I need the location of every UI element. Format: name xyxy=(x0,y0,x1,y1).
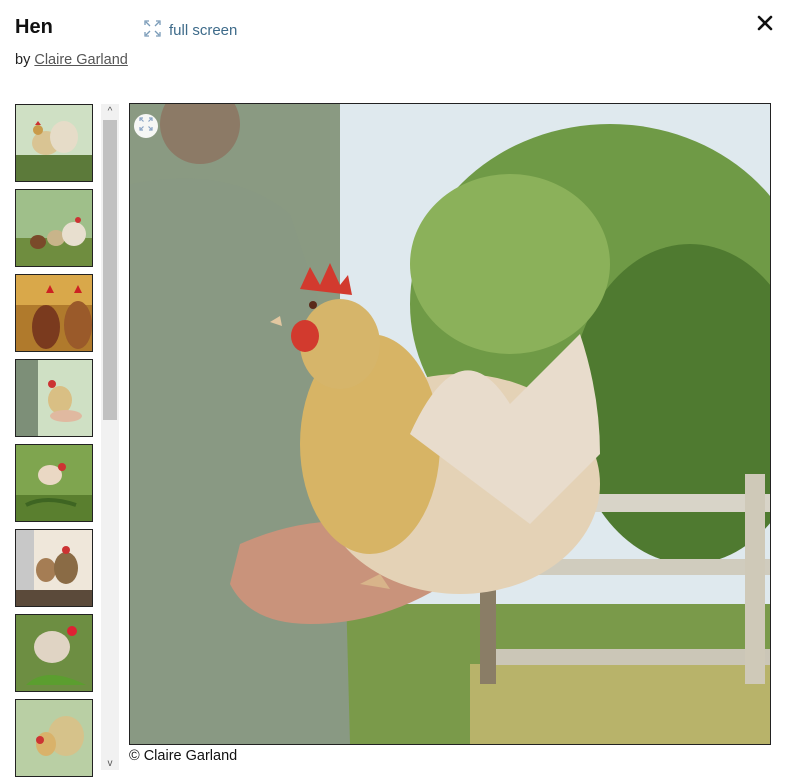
main-photo xyxy=(129,103,771,745)
scroll-up-button[interactable]: ^ xyxy=(101,104,119,118)
thumbnail-1[interactable] xyxy=(15,104,93,182)
fullscreen-label: full screen xyxy=(169,22,238,39)
photo-credit: © Claire Garland xyxy=(129,748,238,764)
thumbnail-8[interactable] xyxy=(15,699,93,777)
close-button[interactable] xyxy=(754,12,776,34)
scroll-down-button[interactable]: v xyxy=(101,756,119,770)
scrollbar-thumb[interactable] xyxy=(103,120,117,420)
close-x-icon xyxy=(754,15,776,38)
byline-prefix: by xyxy=(15,52,31,68)
thumbnail-7[interactable] xyxy=(15,614,93,692)
fullscreen-button[interactable]: full screen xyxy=(144,20,237,41)
expand-icon xyxy=(139,116,153,136)
page-title: Hen xyxy=(15,16,53,38)
thumbnail-strip xyxy=(15,104,95,783)
thumbnail-2[interactable] xyxy=(15,189,93,267)
byline: by Claire Garland xyxy=(15,52,128,68)
thumbnail-5[interactable] xyxy=(15,444,93,522)
hen-photo xyxy=(130,104,770,744)
thumbnail-6[interactable] xyxy=(15,529,93,607)
expand-button[interactable] xyxy=(134,114,158,138)
fullscreen-corners-icon xyxy=(144,20,161,41)
chevron-up-icon: ^ xyxy=(107,105,113,117)
thumbnail-4[interactable] xyxy=(15,359,93,437)
chevron-down-icon: v xyxy=(107,757,113,769)
thumbnail-3[interactable] xyxy=(15,274,93,352)
author-link[interactable]: Claire Garland xyxy=(34,52,128,68)
pattern-photo-modal: Hen full screen by Claire Garland ^ v © … xyxy=(0,0,787,783)
thumbnail-scrollbar[interactable]: ^ v xyxy=(101,104,119,770)
